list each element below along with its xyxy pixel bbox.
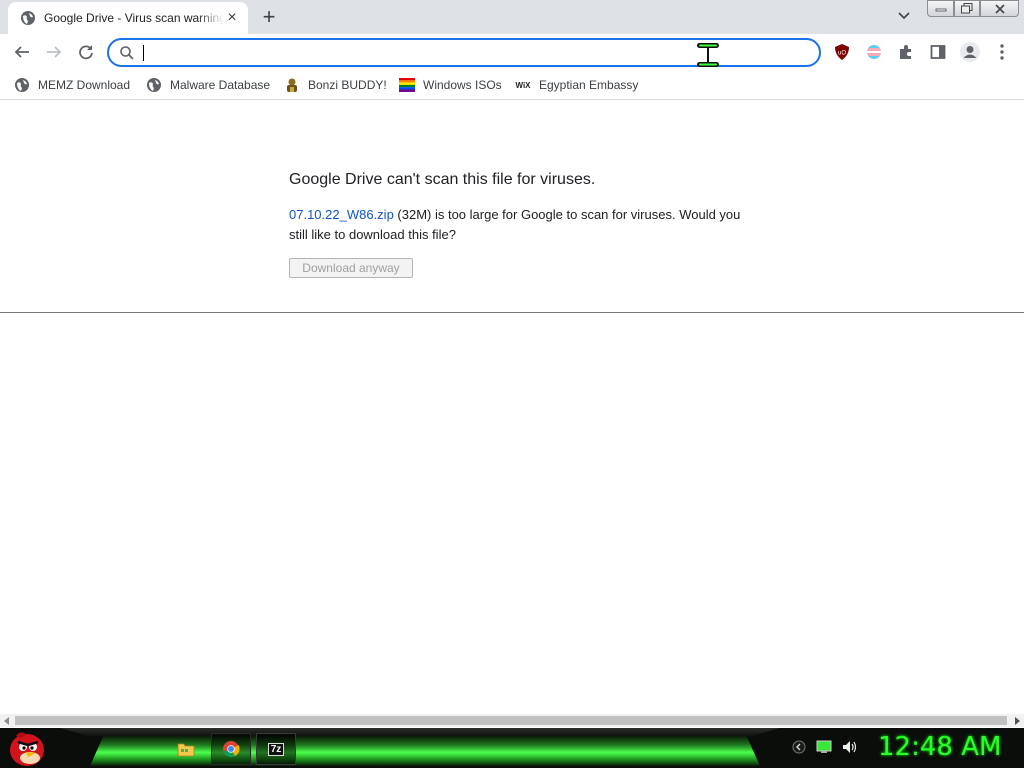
rainbow-flag-icon [399,77,415,93]
search-icon [119,45,135,61]
horizontal-scrollbar[interactable] [0,714,1024,727]
divider [0,312,1024,313]
warning-message: 07.10.22_W86.zip (32M) is too large for … [289,205,749,245]
task-7zip-icon[interactable]: 7z [256,733,296,765]
scroll-left-icon[interactable] [4,717,9,725]
globe-icon [20,10,36,26]
start-button-angry-bird-icon[interactable] [6,728,48,768]
extension-flag-icon[interactable] [862,40,886,64]
bookmark-memz-download[interactable]: MEMZ Download [14,75,130,95]
side-panel-icon[interactable] [926,40,950,64]
bookmark-label: MEMZ Download [38,78,131,92]
extensions-puzzle-icon[interactable] [894,40,918,64]
tab-strip: Google Drive - Virus scan warning × + [0,0,1024,34]
globe-icon [14,77,30,93]
tab-search-chevron-icon[interactable] [894,6,914,26]
svg-text:uO: uO [838,51,846,57]
minimize-button[interactable] [927,0,954,17]
menu-kebab-icon[interactable] [990,40,1014,64]
page-title: Google Drive can't scan this file for vi… [289,171,596,188]
profile-avatar-icon[interactable] [958,40,982,64]
address-input[interactable] [142,43,682,63]
tab-google-drive[interactable]: Google Drive - Virus scan warning × [8,2,248,34]
window-controls [927,0,1019,17]
sevenzip-label: 7z [267,742,285,756]
taskbar: 7z 12:48 AM [0,728,1024,768]
tab-close-icon[interactable]: × [224,9,240,26]
bookmark-windows-isos[interactable]: Windows ISOs [399,75,502,95]
globe-icon [146,77,162,93]
show-hidden-icons-icon[interactable] [792,740,806,759]
bonzi-icon [284,77,300,93]
system-tray [786,734,876,764]
scrollbar-thumb[interactable] [15,716,1007,725]
new-tab-button[interactable]: + [259,6,279,28]
toolbar: uO [0,34,1024,70]
wix-logo-text: WiX [515,80,531,90]
tab-title: Google Drive - Virus scan warning [44,11,224,25]
back-arrow-icon[interactable] [10,40,34,64]
forward-arrow-icon[interactable] [42,40,66,64]
scroll-right-icon[interactable] [1015,717,1020,725]
text-cursor-icon [696,42,720,68]
bookmark-label: Bonzi BUDDY! [308,78,387,92]
bookmark-label: Malware Database [170,78,271,92]
taskbar-clock[interactable]: 12:48 AM [878,732,1001,762]
download-anyway-button[interactable]: Download anyway [289,258,413,278]
restore-button[interactable] [954,0,980,17]
ublock-origin-icon[interactable]: uO [830,40,854,64]
bookmark-label: Egyptian Embassy [539,78,639,92]
task-chrome-icon[interactable] [211,733,251,765]
page-content: Google Drive can't scan this file for vi… [0,101,1024,714]
volume-icon[interactable] [842,740,858,759]
network-icon[interactable] [816,740,832,759]
text-caret [143,45,144,61]
bookmark-label: Windows ISOs [423,78,502,92]
close-window-button[interactable] [980,0,1019,17]
task-file-explorer-folder-icon[interactable] [166,733,206,765]
bookmarks-bar: MEMZ Download Malware Database Bonzi BUD… [0,70,1024,100]
file-name-link[interactable]: 07.10.22_W86.zip [289,207,394,222]
bookmark-bonzi-buddy[interactable]: Bonzi BUDDY! [284,75,387,95]
reload-icon[interactable] [74,40,98,64]
wix-icon: WiX [515,77,531,93]
bookmark-egyptian-embassy[interactable]: WiX Egyptian Embassy [515,75,638,95]
bookmark-malware-database[interactable]: Malware Database [146,75,270,95]
